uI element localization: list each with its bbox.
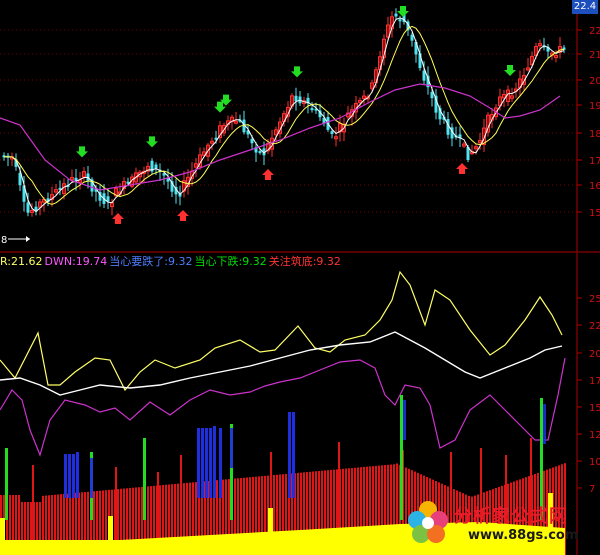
yellow-spike	[108, 516, 113, 555]
down-arrow-icon	[76, 146, 88, 158]
green-signal-bar	[5, 448, 8, 520]
blue-signal-bar	[197, 428, 200, 498]
blue-signal-bar	[201, 428, 204, 498]
candle-body	[330, 131, 334, 134]
blue-signal-bar	[219, 428, 222, 498]
blue-signal-bar	[90, 458, 93, 498]
candle-body	[430, 92, 434, 99]
indicator-tick-label: 10	[589, 457, 600, 468]
blue-signal-bar	[230, 428, 233, 468]
blue-signal-bar	[209, 428, 212, 498]
legend-item: 当心下跌:9.32	[194, 255, 267, 268]
price-tick-label: 17	[589, 156, 600, 167]
blue-signal-bar	[543, 404, 546, 444]
indicator-tick-label: 22	[589, 321, 600, 332]
price-tick-label: 16	[589, 181, 600, 192]
r-line	[0, 270, 563, 392]
price-tick-label: 22	[589, 26, 600, 37]
trend-line	[0, 331, 563, 396]
candle-body	[310, 108, 314, 111]
yellow-spike	[0, 518, 5, 555]
indicator-tick-label: 7	[589, 484, 595, 495]
watermark-logo: 分析家公式网 www.88gs.com	[406, 498, 596, 552]
price-tick-label: 15	[589, 208, 600, 219]
candle-body	[398, 19, 402, 22]
blue-signal-bar	[64, 454, 67, 498]
blue-signal-bar	[205, 428, 208, 498]
price-tick-label: 18	[589, 129, 600, 140]
left-label: 8	[1, 235, 7, 246]
up-arrow-icon	[456, 163, 468, 174]
legend-item: 当心要跌了:9.32	[109, 255, 193, 268]
down-arrow-icon	[291, 66, 303, 78]
price-tick-label: 19	[589, 101, 600, 112]
down-arrow-icon	[397, 6, 409, 17]
candle-body	[258, 151, 262, 154]
blue-signal-bar	[68, 454, 71, 498]
legend-item: DWN:19.74	[44, 255, 108, 268]
candle-body	[422, 70, 426, 81]
candle-body	[250, 138, 254, 144]
indicator-tick-label: 17	[589, 376, 600, 387]
left-pointer-arrow	[26, 236, 30, 242]
price-tick-label: 21	[589, 50, 600, 61]
blue-signal-bar	[76, 452, 79, 498]
down-arrow-icon	[504, 65, 516, 76]
blue-signal-bar	[403, 400, 406, 440]
indicator-tick-label: 25	[589, 294, 600, 305]
watermark-url: www.88gs.com	[468, 528, 579, 543]
green-signal-bar	[400, 395, 403, 520]
price-tick-label: 20	[589, 76, 600, 87]
candle-body	[394, 13, 398, 17]
candle-body	[294, 95, 298, 102]
up-arrow-icon	[177, 210, 189, 221]
candle-body	[410, 34, 414, 41]
blue-signal-bar	[292, 412, 295, 498]
legend-item: 关注筑底:9.32	[268, 255, 341, 268]
watermark-title: 分析家公式网	[454, 506, 568, 527]
down-arrow-icon	[146, 136, 158, 148]
indicator-tick-label: 15	[589, 403, 600, 414]
price-panel: 22 21 20 19 18 17 16 15 8	[0, 0, 600, 253]
indicator-legend: R:21.62 DWN:19.74 当心要跌了:9.32 当心下跌:9.32 关注筑底:…	[0, 255, 343, 269]
indicator-tick-label: 20	[589, 349, 600, 360]
green-signal-bar	[143, 438, 146, 520]
yellow-spike	[268, 508, 273, 555]
chart-canvas: 22 21 20 19 18 17 16 15 8 25 22 20 17 15 12 10 7	[0, 0, 600, 555]
dwn-line	[0, 357, 566, 457]
corner-value-badge: 22.4	[572, 0, 598, 14]
candle-body	[154, 164, 158, 169]
flower-logo-icon	[408, 501, 448, 543]
up-arrow-icon	[112, 213, 124, 224]
candle-body	[26, 202, 30, 213]
up-arrow-icon	[262, 169, 274, 180]
blue-signal-bar	[288, 412, 291, 498]
blue-signal-bar	[213, 426, 216, 498]
indicator-tick-label: 12	[589, 430, 600, 441]
blue-signal-bar	[72, 454, 75, 498]
legend-item: R:21.62	[0, 255, 43, 268]
